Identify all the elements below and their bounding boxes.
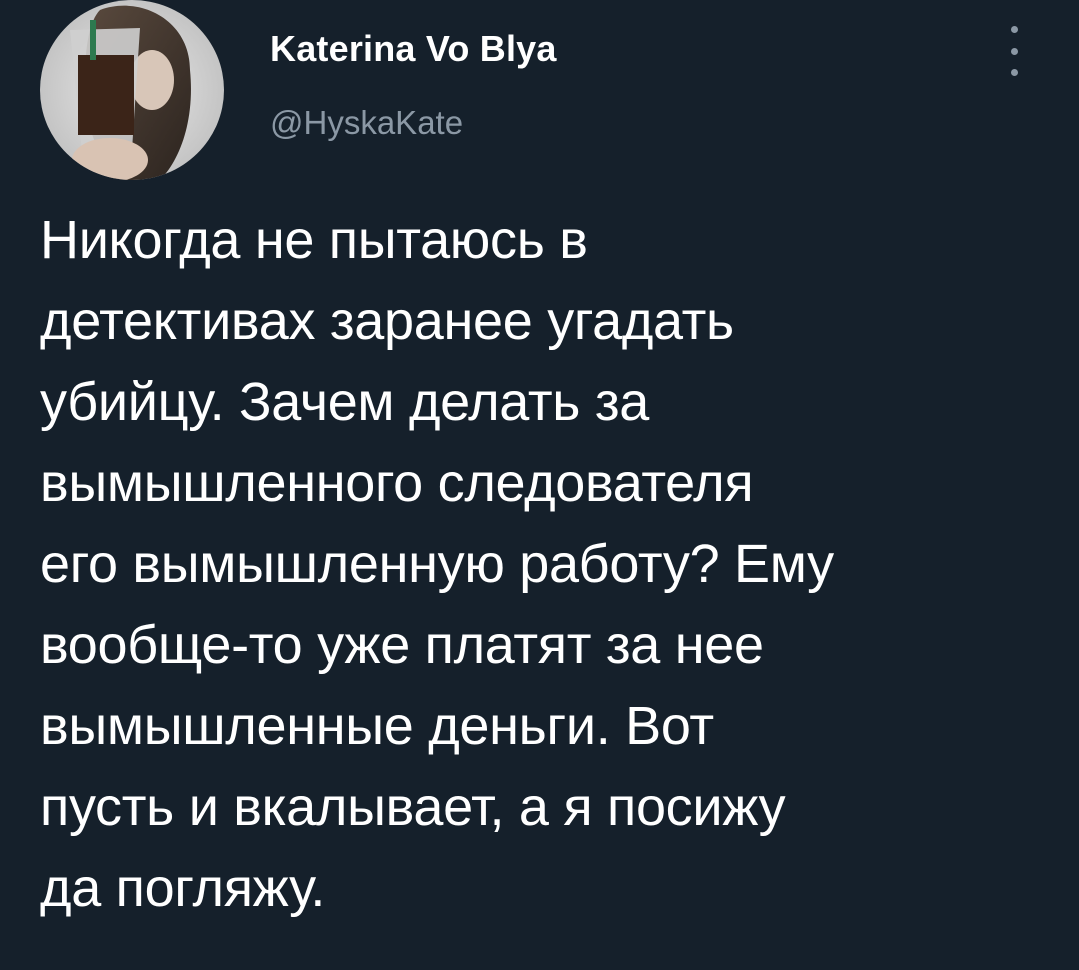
- user-handle[interactable]: @HyskaKate: [270, 104, 463, 142]
- more-options-icon-dot: [1010, 69, 1018, 76]
- avatar[interactable]: [40, 0, 224, 180]
- more-options-icon-dot: [1010, 47, 1018, 55]
- avatar-photo-icon: [40, 0, 224, 180]
- more-options-button[interactable]: [996, 26, 1032, 76]
- more-options-icon: [1010, 26, 1018, 33]
- tweet-text: Никогда не пытаюсь в детективах заранее …: [40, 210, 834, 918]
- tweet-card: Katerina Vo Blya @HyskaKate Никогда не п…: [0, 0, 1079, 970]
- display-name[interactable]: Katerina Vo Blya: [270, 28, 557, 70]
